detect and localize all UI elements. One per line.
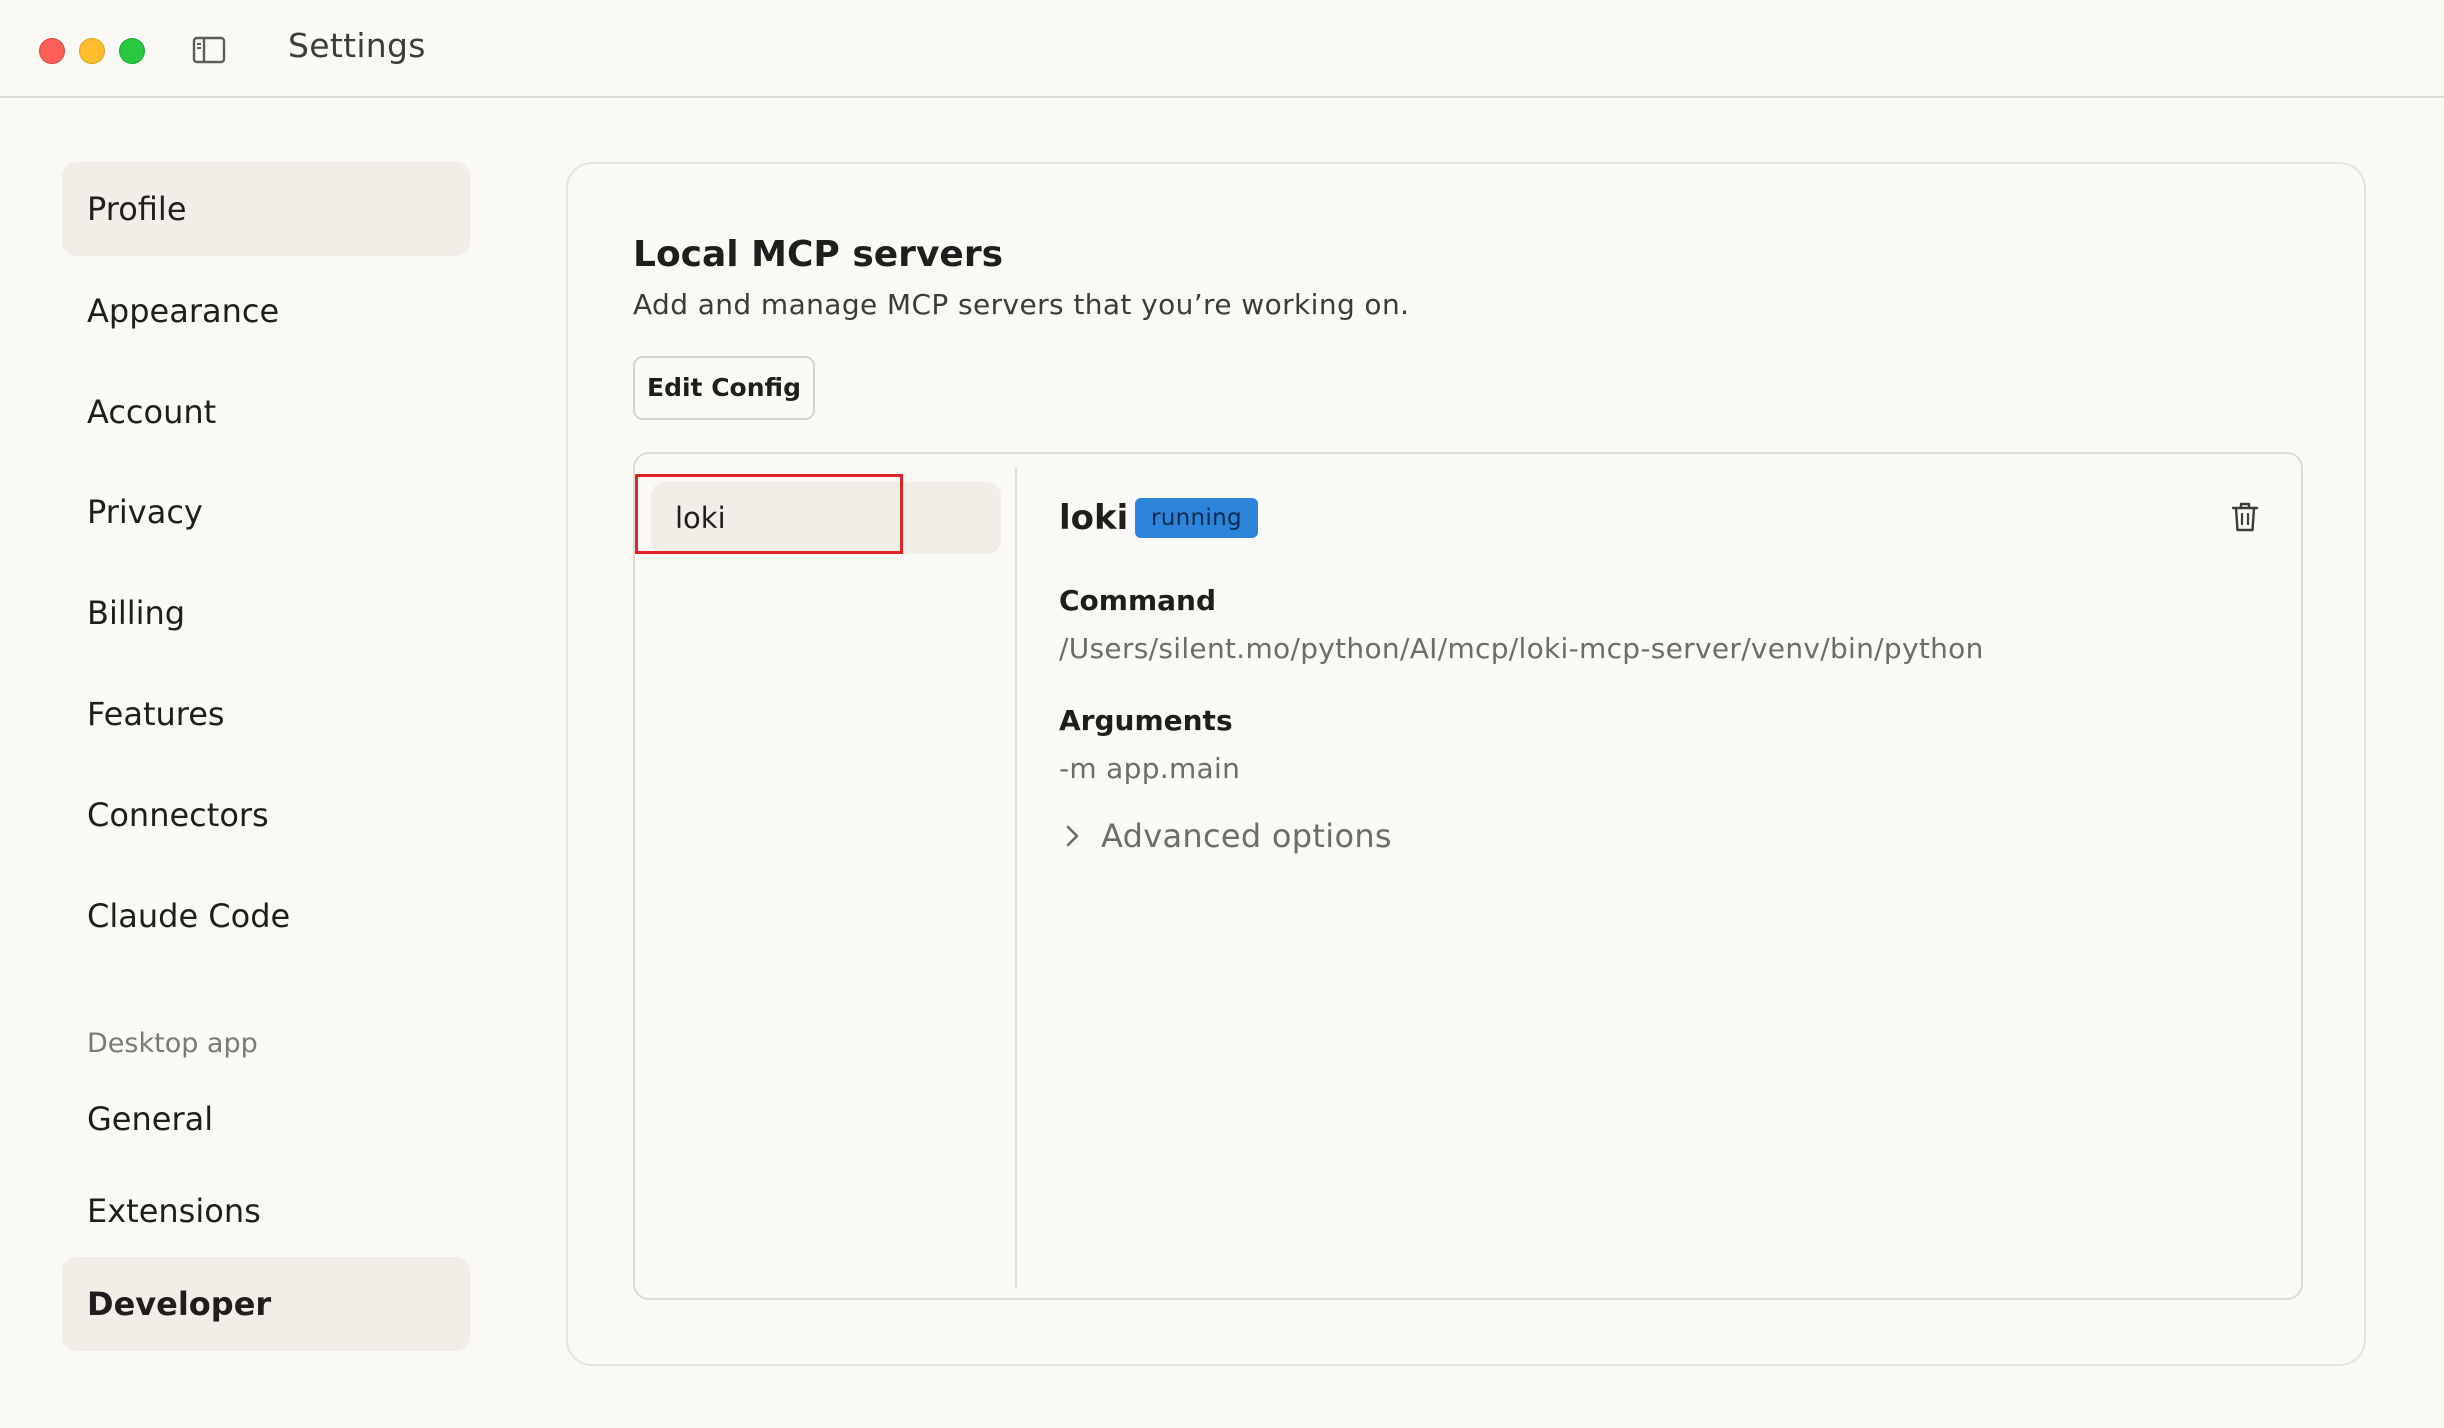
mcp-settings-card: Local MCP servers Add and manage MCP ser… <box>566 162 2366 1366</box>
title-bar: Settings <box>0 0 2444 98</box>
command-label: Command <box>1059 584 1217 617</box>
nav-item-connectors[interactable]: Connectors <box>62 768 470 862</box>
chevron-right-icon <box>1066 825 1079 847</box>
section-title: Local MCP servers <box>633 234 1004 275</box>
arguments-value: -m app.main <box>1059 752 1241 785</box>
nav-item-appearance[interactable]: Appearance <box>62 264 470 358</box>
zoom-window-button[interactable] <box>119 38 145 64</box>
nav-item-features[interactable]: Features <box>62 667 470 761</box>
nav-item-privacy[interactable]: Privacy <box>62 465 470 559</box>
close-window-button[interactable] <box>39 38 65 64</box>
edit-config-button[interactable]: Edit Config <box>633 356 815 420</box>
nav-item-extensions[interactable]: Extensions <box>62 1164 470 1258</box>
minimize-window-button[interactable] <box>79 38 105 64</box>
nav-item-general[interactable]: General <box>62 1072 470 1166</box>
panel-divider <box>1015 468 1017 1288</box>
arguments-label: Arguments <box>1059 704 1233 737</box>
server-detail-name: loki <box>1059 498 1129 538</box>
nav-item-billing[interactable]: Billing <box>62 566 470 660</box>
nav-item-developer[interactable]: Developer <box>62 1257 470 1351</box>
server-list-item-loki[interactable]: loki <box>651 482 1001 554</box>
nav-item-account[interactable]: Account <box>62 365 470 459</box>
nav-item-claude-code[interactable]: Claude Code <box>62 869 470 963</box>
status-badge: running <box>1135 498 1258 538</box>
sidebar-toggle-icon[interactable] <box>192 36 226 64</box>
nav-item-profile[interactable]: Profile <box>62 162 470 256</box>
window-title: Settings <box>288 26 426 65</box>
command-value: /Users/silent.mo/python/AI/mcp/loki-mcp-… <box>1059 632 1984 665</box>
mcp-servers-panel: loki loki running Command /Users/silent.… <box>633 452 2303 1300</box>
section-subtitle: Add and manage MCP servers that you’re w… <box>633 288 1410 321</box>
advanced-options-toggle[interactable]: Advanced options <box>1059 816 1392 856</box>
advanced-options-label: Advanced options <box>1101 817 1392 855</box>
nav-section-desktop-app: Desktop app <box>87 1028 258 1059</box>
trash-icon[interactable] <box>2229 500 2261 534</box>
